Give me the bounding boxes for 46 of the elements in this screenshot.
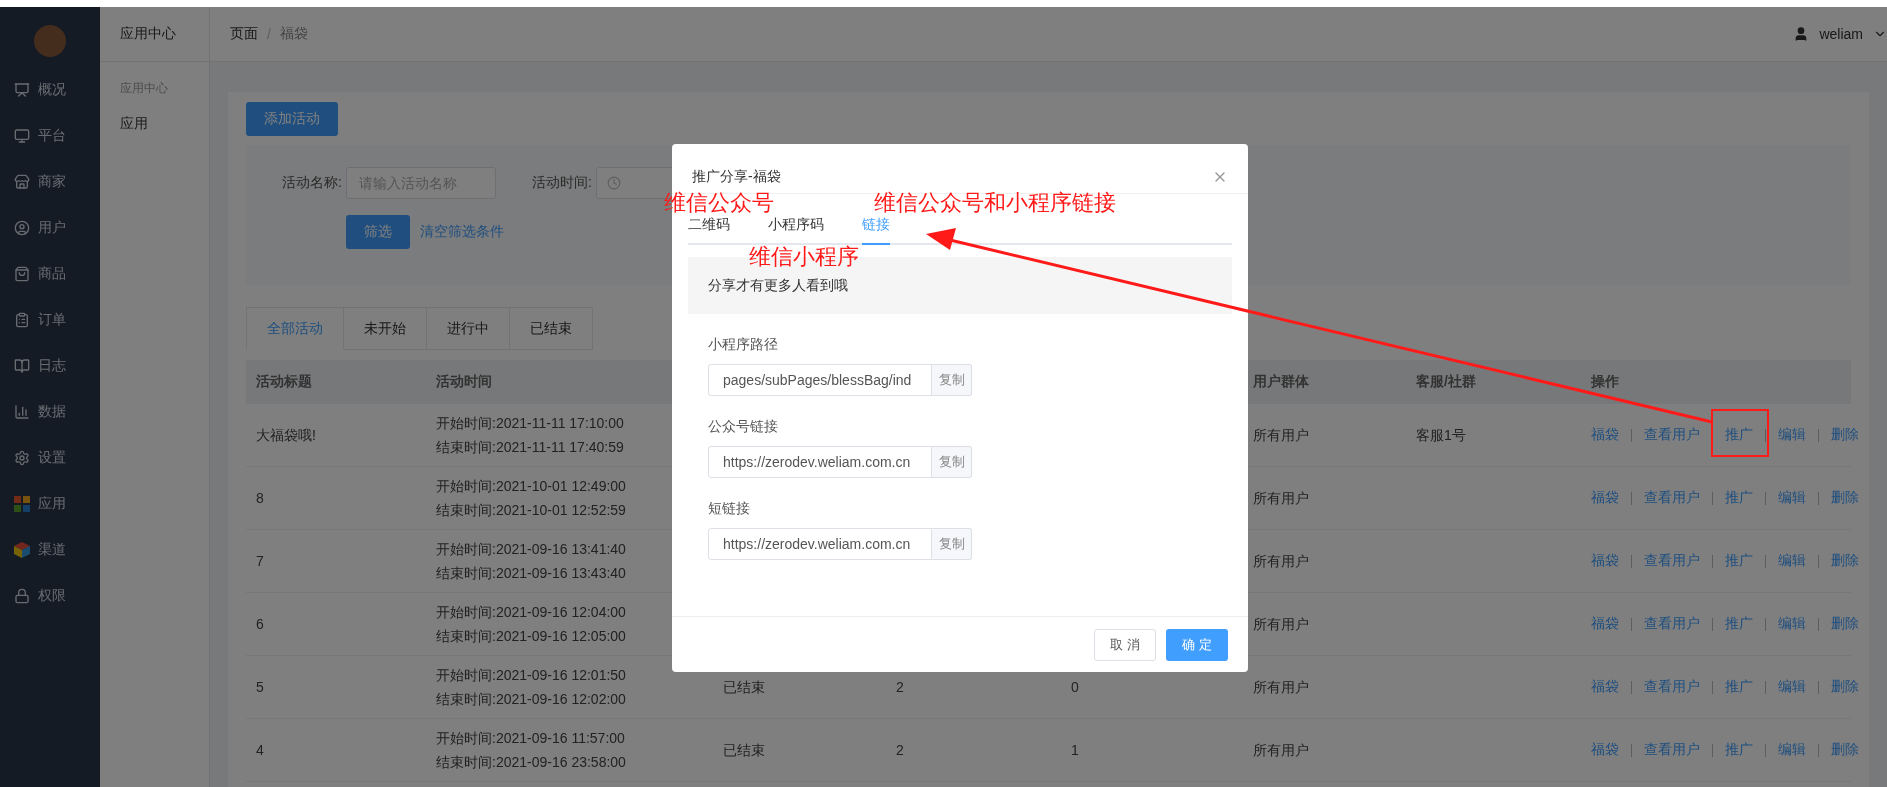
table-cell-text: 结束时间:2021-09-16 13:43:40 [435, 564, 627, 583]
filter-label: 活动时间: [531, 174, 593, 192]
table-cell-text: 结束时间:2021-09-16 12:05:00 [435, 627, 627, 646]
subnav-title: 应用中心 [100, 7, 209, 62]
table-cell-text: 结束时间:2021-10-01 12:52:59 [435, 501, 627, 520]
table-cell-text: 6 [255, 615, 265, 634]
column-header: 用户群体 [1252, 373, 1310, 391]
column-header: 活动标题 [255, 373, 313, 391]
table-cell-text: 2 [895, 741, 905, 760]
table-cell-text: 所有用户 [1252, 741, 1310, 760]
table-cell-text: 结束时间:2021-09-16 12:02:00 [435, 690, 627, 709]
field-label: 短链接 [708, 500, 751, 518]
table-cell-text: 5 [255, 678, 265, 697]
filter-label: 活动名称: [281, 174, 343, 192]
table-cell-text: 开始时间:2021-09-16 12:04:00 [435, 603, 627, 622]
table-cell-text: 大福袋哦! [255, 426, 317, 445]
table-cell-text: 1 [1070, 741, 1080, 760]
table-cell-text: 2 [895, 678, 905, 697]
table-cell-text: 已结束 [722, 741, 766, 760]
table-cell-text: 7 [255, 552, 265, 571]
column-header: 活动时间 [435, 373, 493, 391]
table-cell-text: 开始时间:2021-10-01 12:49:00 [435, 477, 627, 496]
table-cell-text: 开始时间:2021-09-16 13:41:40 [435, 540, 627, 559]
table-cell-text: 结束时间:2021-09-16 23:58:00 [435, 753, 627, 772]
breadcrumb-separator: / [267, 26, 271, 42]
table-cell-text: 所有用户 [1252, 489, 1310, 508]
table-cell-text: 开始时间:2021-09-16 12:01:50 [435, 666, 627, 685]
annotation-text: 维信公众号和小程序链接 [874, 192, 1116, 214]
table-cell-text: 0 [1070, 678, 1080, 697]
table-cell-text: 所有用户 [1252, 678, 1310, 697]
table-cell-text: 开始时间:2021-09-16 11:57:00 [435, 729, 626, 748]
column-header: 操作 [1590, 373, 1620, 391]
table-cell-text: 所有用户 [1252, 426, 1310, 445]
annotation-text: 维信小程序 [749, 246, 859, 268]
table-cell-text: 所有用户 [1252, 552, 1310, 571]
column-header: 客服/社群 [1415, 373, 1477, 391]
field-label: 小程序路径 [708, 336, 779, 354]
table-cell-text: 开始时间:2021-11-11 17:10:00 [435, 414, 625, 433]
table-cell-text: 8 [255, 489, 265, 508]
table-cell-text: 客服1号 [1415, 426, 1467, 445]
table-cell-text: 结束时间:2021-11-11 17:40:59 [435, 438, 625, 457]
field-label: 公众号链接 [708, 418, 779, 436]
table-cell-text: 所有用户 [1252, 615, 1310, 634]
table-cell-text: 已结束 [722, 678, 766, 697]
dialog-title: 推广分享-福袋 [692, 167, 781, 186]
table-cell-text: 4 [255, 741, 265, 760]
